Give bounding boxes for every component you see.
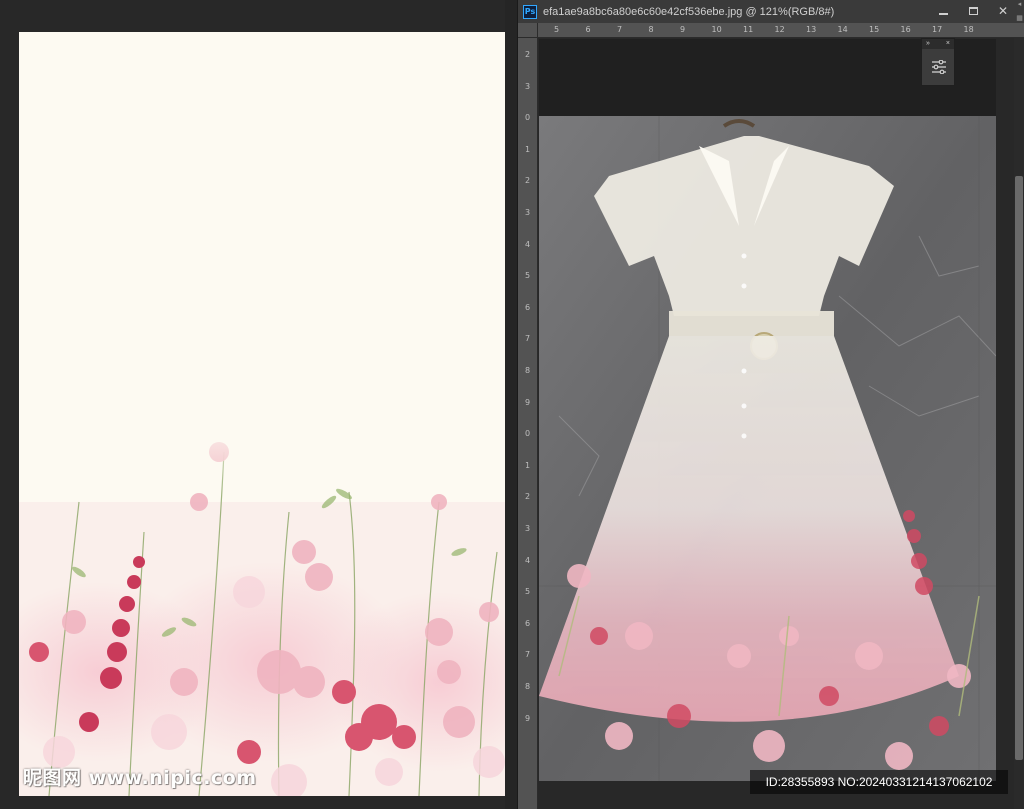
ruler-tick-label: 7 — [617, 25, 623, 34]
dress-photo — [539, 116, 996, 781]
layers-toggle-icon[interactable]: ▦ — [1014, 14, 1024, 24]
ruler-tick-label: 3 — [525, 524, 531, 533]
ruler-tick-label: 15 — [869, 25, 880, 34]
close-panel-icon[interactable]: × — [946, 39, 950, 49]
ruler-tick-label: 3 — [525, 81, 531, 91]
ruler-tick-label: 8 — [525, 682, 531, 691]
ruler-tick-label: 2 — [525, 492, 531, 502]
collapse-arrow-icon[interactable]: ◂ — [1014, 0, 1024, 10]
scrollbar-thumb[interactable] — [1015, 176, 1023, 760]
ruler-tick-label: 9 — [525, 713, 531, 723]
document-title: efa1ae9a8bc6a80e6c60e42cf536ebe.jpg @ 12… — [543, 5, 835, 18]
floral-artwork-canvas[interactable]: 昵图网 www.nipic.com — [19, 32, 505, 796]
document-window: Ps efa1ae9a8bc6a80e6c60e42cf536ebe.jpg @… — [517, 0, 1024, 809]
expand-panel-icon[interactable]: » — [926, 39, 930, 49]
ruler-tick-label: 2 — [525, 176, 531, 186]
dress-photo-canvas[interactable] — [539, 116, 996, 781]
ruler-tick-label: 8 — [525, 366, 531, 375]
ruler-tick-label: 6 — [585, 25, 591, 34]
ruler-tick-label: 5 — [554, 25, 560, 34]
vertical-scrollbar[interactable] — [1014, 38, 1024, 809]
ruler-tick-label: 5 — [525, 587, 531, 597]
properties-panel: » × — [921, 38, 955, 86]
photoshop-workspace: 昵图网 www.nipic.com Ps efa1ae9a8bc6a80e6c6… — [0, 0, 1024, 809]
floral-artwork — [19, 412, 505, 796]
vertical-ruler[interactable]: 2 3 0 1 2 3 4 5 6 7 8 9 0 1 2 3 4 5 6 7 8 9 — [518, 38, 538, 809]
panel-divider[interactable] — [505, 0, 517, 809]
ruler-tick-label: 11 — [743, 25, 754, 34]
ruler-tick-label: 14 — [837, 25, 848, 34]
ruler-tick-label: 6 — [525, 302, 531, 312]
maximize-icon — [968, 7, 978, 15]
ruler-tick-label: 8 — [648, 25, 654, 34]
window-controls: ✕ — [928, 1, 1018, 21]
ruler-tick-label: 4 — [525, 555, 531, 565]
image-id-caption: ID:28355893 NO:20240331214137062102 — [750, 770, 1008, 794]
panel-header: » × — [922, 39, 954, 49]
ruler-tick-label: 9 — [525, 397, 531, 407]
ruler-tick-label: 5 — [525, 271, 531, 281]
ruler-tick-label: 7 — [525, 334, 531, 344]
ruler-tick-label: 1 — [525, 144, 531, 154]
ruler-tick-label: 12 — [774, 25, 785, 34]
ruler-tick-label: 0 — [525, 429, 531, 439]
horizontal-ruler[interactable]: 5 6 7 8 9 10 11 12 13 14 15 16 17 18 — [538, 23, 1024, 38]
minimize-button[interactable] — [928, 1, 958, 21]
photoshop-icon: Ps — [523, 4, 537, 19]
ruler-tick-label: 4 — [525, 239, 531, 249]
maximize-button[interactable] — [958, 1, 988, 21]
ruler-tick-label: 1 — [525, 460, 531, 470]
ruler-tick-label: 7 — [525, 650, 531, 660]
minimize-icon — [938, 12, 948, 15]
ruler-tick-label: 0 — [525, 113, 531, 123]
ruler-tick-label: 2 — [525, 50, 531, 59]
properties-button[interactable] — [922, 49, 956, 85]
close-icon: ✕ — [997, 4, 1009, 18]
ruler-origin[interactable] — [518, 23, 538, 38]
ruler-tick-label: 16 — [900, 25, 911, 34]
ruler-tick-label: 9 — [680, 25, 686, 34]
document-titlebar[interactable]: Ps efa1ae9a8bc6a80e6c60e42cf536ebe.jpg @… — [518, 0, 1024, 23]
ruler-tick-label: 13 — [806, 25, 817, 34]
ruler-tick-label: 10 — [711, 25, 722, 34]
ruler-tick-label: 3 — [525, 208, 531, 217]
nipic-watermark: 昵图网 www.nipic.com — [23, 767, 257, 789]
ruler-tick-label: 6 — [525, 618, 531, 628]
ruler-tick-label: 18 — [963, 25, 974, 34]
sliders-icon — [932, 60, 946, 74]
ruler-tick-label: 17 — [932, 25, 943, 34]
